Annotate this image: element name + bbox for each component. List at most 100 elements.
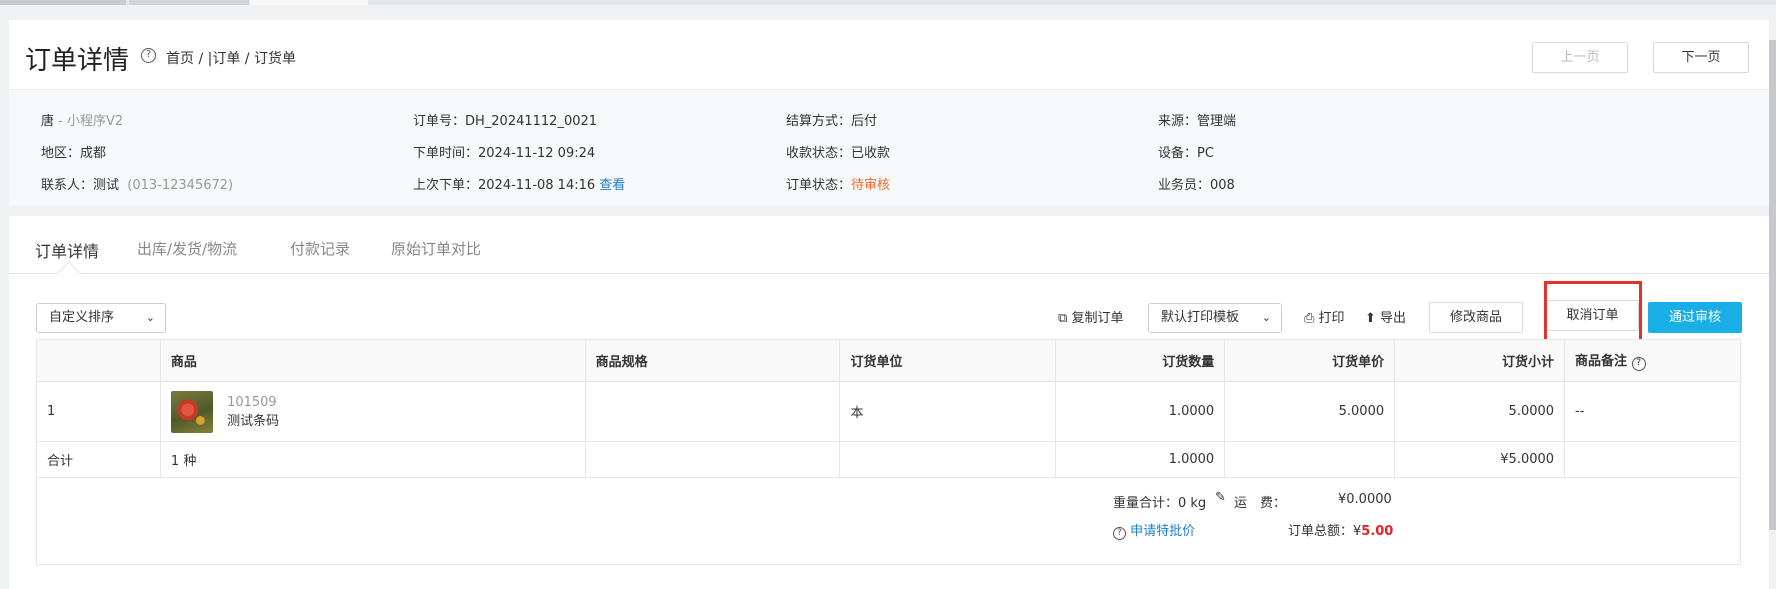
print-template-value: 默认打印模板 xyxy=(1161,310,1240,325)
customer-name: 唐 xyxy=(41,114,55,129)
column-header: 商品 xyxy=(159,339,586,382)
chevron-down-icon: ⌄ xyxy=(1261,311,1271,324)
order-info-panel: 唐 - 小程序V2 地区：成都 联系人：测试 (013-12345672) 订单… xyxy=(9,90,1769,206)
contact-phone: (013-12345672) xyxy=(127,178,234,193)
total-subtotal: ¥5.0000 xyxy=(1394,441,1566,478)
order-items-table: 商品 商品规格 订货单位 订货数量 订货单价 订货小计 商品备注 ? 1 101… xyxy=(36,339,1741,565)
empty-cell xyxy=(1564,441,1741,478)
tab-payment-records[interactable]: 付款记录 xyxy=(290,238,350,259)
special-price-link[interactable]: ? 申请特批价 xyxy=(1113,520,1195,540)
order-summary: 重量合计：0 kg ✎ 运 费： ¥0.0000 ? 申请特批价 订单总额：¥5… xyxy=(37,478,1740,564)
chevron-down-icon: ⌄ xyxy=(145,311,155,324)
approve-order-button[interactable]: 通过审核 xyxy=(1648,302,1742,333)
page-title: 订单详情 xyxy=(25,46,130,76)
highlight-box xyxy=(1544,281,1642,345)
column-header-label: 商品备注 xyxy=(1575,354,1628,369)
total-quantity: 1.0000 xyxy=(1055,441,1226,478)
print-template-select[interactable]: 默认打印模板 ⌄ xyxy=(1148,303,1282,333)
product-thumbnail[interactable] xyxy=(170,390,213,433)
product-text: 101509 测试条码 xyxy=(227,393,279,431)
print-button[interactable]: ⎙ 打印 xyxy=(1304,307,1345,326)
settlement-method: 结算方式：后付 xyxy=(786,114,878,129)
empty-cell xyxy=(839,441,1057,478)
order-unit: 本 xyxy=(839,381,1057,442)
print-label: 打印 xyxy=(1318,311,1345,326)
page-header: 订单详情 ? 首页 / |订单 / 订货单 上一页 下一页 xyxy=(9,20,1769,90)
tab-strip-segment[interactable] xyxy=(250,0,368,5)
edit-goods-button[interactable]: 修改商品 xyxy=(1429,302,1523,333)
table-row: 1 101509 测试条码 本 1.0000 5.0000 5.0000 -- xyxy=(36,381,1741,442)
order-time: 下单时间：2024-11-12 09:24 xyxy=(413,146,596,161)
help-icon[interactable]: ? xyxy=(1631,357,1646,371)
copy-icon: ⧉ xyxy=(1058,311,1068,326)
payment-status: 收款状态：已收款 xyxy=(786,146,891,161)
remark-column-header: 商品备注 ? xyxy=(1564,339,1741,382)
order-quantity: 1.0000 xyxy=(1055,381,1226,442)
tab-strip-segment[interactable] xyxy=(129,0,249,5)
scrollbar[interactable] xyxy=(1769,40,1776,530)
next-page-button[interactable]: 下一页 xyxy=(1653,42,1749,73)
product-spec xyxy=(584,381,841,442)
empty-cell xyxy=(1224,441,1396,478)
line-subtotal: 5.0000 xyxy=(1394,381,1566,442)
order-detail-main: 订单详情 出库/发货/物流 付款记录 原始订单对比 自定义排序 ⌄ ⧉ 复制订单… xyxy=(9,216,1769,589)
product-name[interactable]: 测试条码 xyxy=(227,412,279,431)
freight-value: ¥0.0000 xyxy=(1338,492,1392,507)
last-order-line: 上次下单：2024-11-08 14:16 查看 xyxy=(413,170,625,202)
last-order: 上次下单：2024-11-08 14:16 xyxy=(413,178,596,193)
product-code: 101509 xyxy=(227,394,277,410)
order-number: 订单号：DH_20241112_0021 xyxy=(413,114,598,129)
empty-cell xyxy=(584,441,841,478)
customer-info-column: 唐 - 小程序V2 地区：成都 联系人：测试 (013-12345672) xyxy=(41,106,233,202)
order-source: 来源：管理端 xyxy=(1158,114,1237,129)
edit-icon[interactable]: ✎ xyxy=(1215,490,1226,505)
tab-order-detail[interactable]: 订单详情 xyxy=(35,238,99,262)
export-button[interactable]: ⬆ 导出 xyxy=(1365,307,1406,326)
order-status-badge: 待审核 xyxy=(851,178,891,193)
sort-select-value: 自定义排序 xyxy=(49,310,115,325)
total-label: 合计 xyxy=(36,441,161,478)
column-header: 订货小计 xyxy=(1394,339,1566,382)
view-last-order-link[interactable]: 查看 xyxy=(599,178,625,193)
help-icon[interactable]: ? xyxy=(141,48,156,63)
contact-line: 联系人：测试 (013-12345672) xyxy=(41,170,233,202)
summary-cell: 重量合计：0 kg ✎ 运 费： ¥0.0000 ? 申请特批价 订单总额：¥5… xyxy=(36,477,1741,565)
breadcrumb[interactable]: 首页 / |订单 / 订货单 xyxy=(166,48,296,68)
customer-channel: - 小程序V2 xyxy=(54,114,124,129)
summary-row: 重量合计：0 kg ✎ 运 费： ¥0.0000 ? 申请特批价 订单总额：¥5… xyxy=(36,477,1741,565)
order-device: 设备：PC xyxy=(1158,146,1214,161)
tab-strip-segment[interactable] xyxy=(0,0,126,5)
sort-select[interactable]: 自定义排序 ⌄ xyxy=(36,303,166,333)
order-total-value: 5.00 xyxy=(1361,524,1394,539)
region: 地区：成都 xyxy=(41,146,107,161)
weight-total: 重量合计：0 kg xyxy=(1113,496,1207,511)
copy-order-button[interactable]: ⧉ 复制订单 xyxy=(1058,307,1123,326)
tab-bar: 订单详情 出库/发货/物流 付款记录 原始订单对比 xyxy=(9,216,1769,274)
copy-order-label: 复制订单 xyxy=(1071,311,1124,326)
order-total-label: 订单总额：¥ xyxy=(1288,524,1362,539)
special-price-label: 申请特批价 xyxy=(1130,524,1196,539)
column-header: 订货单价 xyxy=(1224,339,1396,382)
order-total-line: 订单总额：¥5.00 xyxy=(1288,520,1393,539)
product-remark: -- xyxy=(1564,381,1741,442)
printer-icon: ⎙ xyxy=(1304,311,1315,326)
product-cell: 101509 测试条码 xyxy=(159,381,586,442)
unit-price: 5.0000 xyxy=(1224,381,1396,442)
tab-shipping[interactable]: 出库/发货/物流 xyxy=(137,238,237,259)
total-kinds: 1 种 xyxy=(159,441,586,478)
customer-line: 唐 - 小程序V2 xyxy=(41,106,233,138)
order-status-label: 订单状态： xyxy=(786,178,852,193)
row-index: 1 xyxy=(36,381,161,442)
order-status-line: 订单状态：待审核 xyxy=(786,170,890,202)
payment-info-column: 结算方式：后付 收款状态：已收款 订单状态：待审核 xyxy=(786,106,890,202)
browser-tab-strip xyxy=(0,0,1776,5)
column-header xyxy=(36,339,161,382)
order-info-column: 订单号：DH_20241112_0021 下单时间：2024-11-12 09:… xyxy=(413,106,625,202)
tab-original-comparison[interactable]: 原始订单对比 xyxy=(391,238,481,259)
column-header: 订货数量 xyxy=(1055,339,1226,382)
contact: 联系人：测试 xyxy=(41,178,120,193)
export-label: 导出 xyxy=(1380,311,1407,326)
column-header: 商品规格 xyxy=(584,339,841,382)
help-icon: ? xyxy=(1113,527,1126,540)
prev-page-button[interactable]: 上一页 xyxy=(1532,42,1628,73)
